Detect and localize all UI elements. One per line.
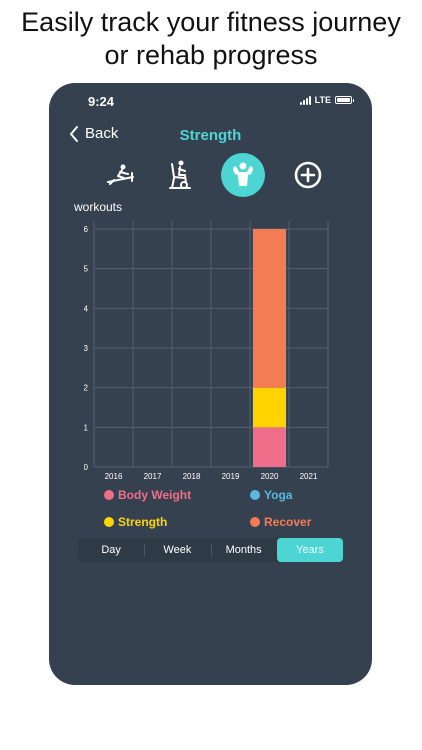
x-tick-label: 2019: [222, 472, 240, 481]
bar-segment: [252, 229, 287, 388]
bar-segment: [252, 387, 287, 428]
legend-item-strength: Strength: [104, 515, 167, 529]
x-tick-label: 2020: [261, 472, 279, 481]
segment-years[interactable]: Years: [276, 538, 343, 562]
legend-item-recover: Recover: [250, 515, 311, 529]
bar-segment: [252, 427, 287, 467]
y-tick-label: 6: [84, 225, 89, 234]
rowing-machine-icon[interactable]: [99, 153, 143, 197]
page-title: Strength: [179, 127, 242, 144]
workout-type-selector: [49, 153, 372, 197]
workouts-chart: 0 1 2 3 4 5 6 2016 2017 2018 2019 2020 2021: [84, 221, 329, 481]
seated-exercise-icon[interactable]: [157, 153, 201, 197]
headline-line-1: Easily track your fitness journey: [21, 7, 401, 37]
legend-item-body-weight: Body Weight: [104, 488, 191, 502]
legend-dot: [104, 490, 114, 500]
strength-flex-icon[interactable]: [221, 153, 265, 197]
segment-day[interactable]: Day: [78, 538, 144, 562]
legend-label: Strength: [118, 515, 168, 529]
status-bar-right: LTE: [299, 95, 354, 105]
legend-dot: [104, 517, 114, 527]
y-tick-label: 5: [84, 265, 89, 274]
network-label: LTE: [314, 95, 331, 105]
y-tick-label: 0: [84, 463, 89, 472]
signal-icon: [299, 95, 311, 105]
y-tick-label: 3: [84, 344, 89, 353]
chart-y-label: workouts: [74, 200, 123, 214]
x-tick-label: 2021: [300, 472, 318, 481]
time-range-selector: Day Week Months Years: [78, 538, 343, 562]
legend-dot: [250, 517, 260, 527]
phone-screen: 9:24 LTE Back Strength workouts 0 1 2 3 …: [49, 83, 372, 685]
headline: Easily track your fitness journey or reh…: [0, 6, 422, 72]
segment-week[interactable]: Week: [144, 538, 210, 562]
battery-icon: [335, 96, 354, 104]
legend-label: Recover: [264, 515, 312, 529]
status-time: 9:24: [88, 94, 115, 109]
segment-months[interactable]: Months: [210, 538, 277, 562]
y-tick-label: 2: [84, 384, 89, 393]
x-tick-label: 2016: [105, 472, 123, 481]
add-circle-icon[interactable]: [286, 153, 330, 197]
legend-item-yoga: Yoga: [250, 488, 292, 502]
headline-line-2: or rehab progress: [104, 40, 318, 70]
legend-label: Yoga: [264, 488, 293, 502]
y-tick-label: 4: [84, 304, 89, 313]
legend-label: Body Weight: [118, 488, 192, 502]
x-tick-label: 2018: [183, 472, 201, 481]
y-tick-label: 1: [84, 423, 89, 432]
legend-dot: [250, 490, 260, 500]
x-tick-label: 2017: [144, 472, 162, 481]
